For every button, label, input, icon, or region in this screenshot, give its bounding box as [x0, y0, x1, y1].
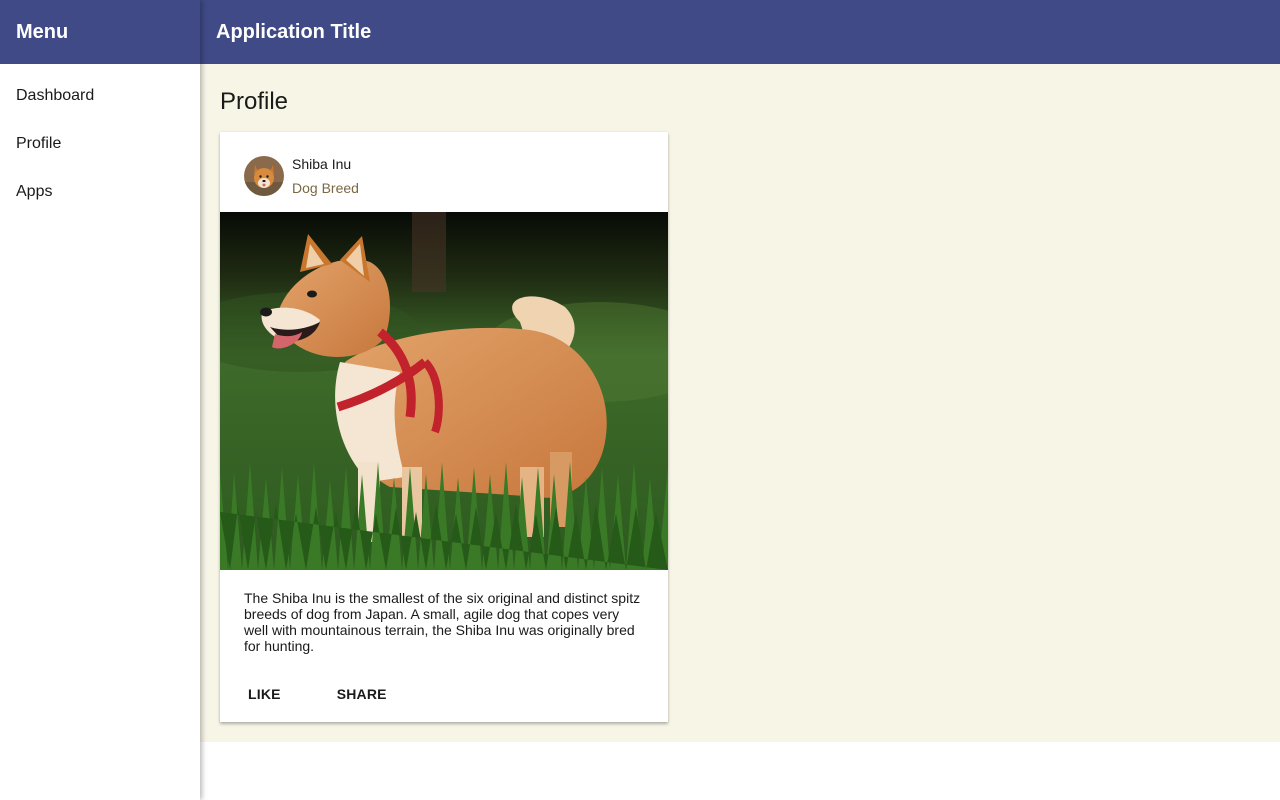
shiba-avatar-icon — [244, 156, 284, 196]
app-title: Application Title — [216, 20, 372, 43]
card-description: The Shiba Inu is the smallest of the six… — [244, 590, 641, 654]
sidebar-item-dashboard[interactable]: Dashboard — [0, 72, 200, 120]
app-toolbar: Application Title — [200, 0, 1280, 64]
card-subtitle: Dog Breed — [292, 180, 359, 196]
like-button[interactable]: LIKE — [234, 678, 295, 710]
profile-card: Shiba Inu Dog Breed The Shiba Inu is the… — [220, 132, 668, 722]
card-title: Shiba Inu — [292, 156, 352, 172]
shiba-photo — [220, 212, 668, 570]
sidebar-title: Menu — [0, 0, 200, 64]
main-content: Profile Shiba Inu Dog Breed The Shiba In… — [200, 64, 1280, 742]
sidebar-item-profile[interactable]: Profile — [0, 120, 200, 168]
sidebar-nav: Dashboard Profile Apps — [0, 64, 200, 216]
share-button[interactable]: SHARE — [323, 678, 401, 710]
sidebar: Menu Dashboard Profile Apps — [0, 0, 200, 800]
sidebar-item-apps[interactable]: Apps — [0, 168, 200, 216]
card-header: Shiba Inu Dog Breed — [220, 132, 668, 212]
card-titles: Shiba Inu Dog Breed — [292, 154, 359, 198]
card-actions: LIKE SHARE — [220, 674, 668, 722]
page-title: Profile — [220, 88, 289, 115]
